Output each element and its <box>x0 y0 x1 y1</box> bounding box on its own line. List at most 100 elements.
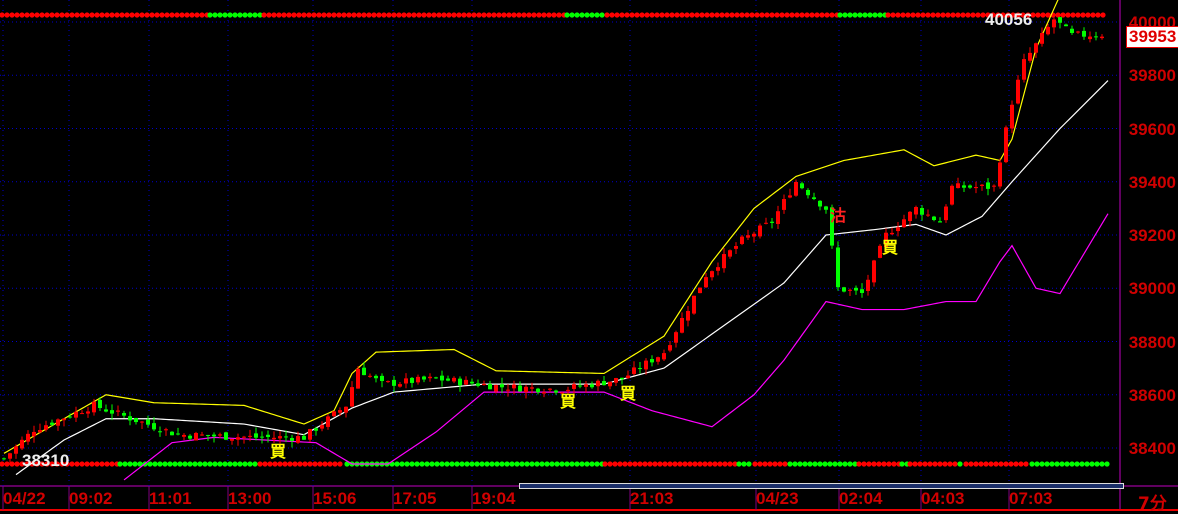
signal-dot <box>955 12 961 18</box>
signal-dot <box>792 461 798 467</box>
time-label: 17:05 <box>393 489 437 508</box>
signal-dot <box>79 461 85 467</box>
candle <box>134 417 138 423</box>
candle <box>368 375 372 377</box>
signal-dot <box>639 12 645 18</box>
candle <box>986 182 990 189</box>
candle <box>980 184 984 186</box>
signal-dot <box>544 461 550 467</box>
signal-dot <box>654 12 660 18</box>
signal-dot <box>1089 461 1095 467</box>
candle <box>188 435 192 439</box>
signal-dot <box>514 461 520 467</box>
candle <box>260 436 264 438</box>
candle <box>962 185 966 188</box>
candle <box>716 267 720 271</box>
candle <box>2 458 6 460</box>
signal-dot <box>232 12 238 18</box>
signal-dot <box>694 12 700 18</box>
candle <box>992 185 996 187</box>
signal-dot <box>975 12 981 18</box>
candle <box>776 211 780 225</box>
signal-dot <box>709 12 715 18</box>
signal-dot <box>441 12 447 18</box>
signal-dot <box>124 12 130 18</box>
signal-dot <box>617 461 623 467</box>
candlestick-chart[interactable] <box>0 0 1178 511</box>
signal-dot <box>29 12 35 18</box>
signal-dot <box>341 12 347 18</box>
signal-dot <box>139 12 145 18</box>
signal-dot <box>486 12 492 18</box>
signal-dot <box>965 12 971 18</box>
signal-dot <box>321 12 327 18</box>
candle <box>350 387 354 407</box>
candle <box>308 429 312 440</box>
signal-dot <box>960 12 966 18</box>
candle <box>392 379 396 386</box>
candle <box>1070 28 1074 33</box>
candle <box>380 375 384 382</box>
signal-dot <box>44 12 50 18</box>
signal-dot <box>807 461 813 467</box>
signal-dot <box>554 461 560 467</box>
signal-dot <box>99 461 105 467</box>
signal-dot <box>1034 461 1040 467</box>
candle <box>230 439 234 441</box>
candle <box>1082 30 1086 37</box>
signal-dot <box>881 461 887 467</box>
candle <box>860 289 864 293</box>
candle <box>104 409 108 412</box>
signal-dot <box>109 12 115 18</box>
signal-dot <box>266 12 272 18</box>
candle <box>122 413 126 416</box>
candle <box>440 375 444 381</box>
signal-dot <box>729 12 735 18</box>
candle <box>314 428 318 431</box>
signal-dot <box>752 461 758 467</box>
signal-dot <box>14 461 20 467</box>
time-label: 19:04 <box>472 489 516 508</box>
chart-scrollbar[interactable] <box>519 483 1124 489</box>
signal-dot <box>699 12 705 18</box>
signal-dot <box>847 461 853 467</box>
signal-dot <box>199 12 205 18</box>
candle <box>590 384 594 388</box>
signal-dot <box>734 12 740 18</box>
signal-dot <box>772 461 778 467</box>
candle <box>62 418 66 421</box>
candle <box>554 390 558 393</box>
signal-dot <box>144 12 150 18</box>
signal-dot <box>667 461 673 467</box>
candle <box>464 379 468 385</box>
signal-dot <box>1060 12 1066 18</box>
signal-dot <box>454 461 460 467</box>
candle <box>644 360 648 370</box>
signal-dot <box>559 461 565 467</box>
candle <box>542 392 546 394</box>
signal-dot <box>331 12 337 18</box>
signal-dot <box>822 461 828 467</box>
candle <box>920 208 924 215</box>
candle <box>632 367 636 374</box>
signal-dot <box>227 461 233 467</box>
candle <box>710 271 714 278</box>
signal-dot <box>187 461 193 467</box>
signal-dot <box>519 461 525 467</box>
signal-dot <box>332 461 338 467</box>
period-selector[interactable]: 7分 <box>1138 489 1167 514</box>
signal-dot <box>677 461 683 467</box>
signal-dot <box>727 461 733 467</box>
signal-dot <box>599 12 605 18</box>
candle <box>146 419 150 425</box>
signal-dot <box>925 12 931 18</box>
candle <box>128 416 132 421</box>
candle <box>932 216 936 221</box>
signal-dot <box>857 12 863 18</box>
signal-dot <box>311 12 317 18</box>
signal-dot <box>174 12 180 18</box>
signal-dot <box>1075 12 1081 18</box>
signal-dot <box>719 12 725 18</box>
signal-dot <box>132 461 138 467</box>
signal-dot <box>659 12 665 18</box>
